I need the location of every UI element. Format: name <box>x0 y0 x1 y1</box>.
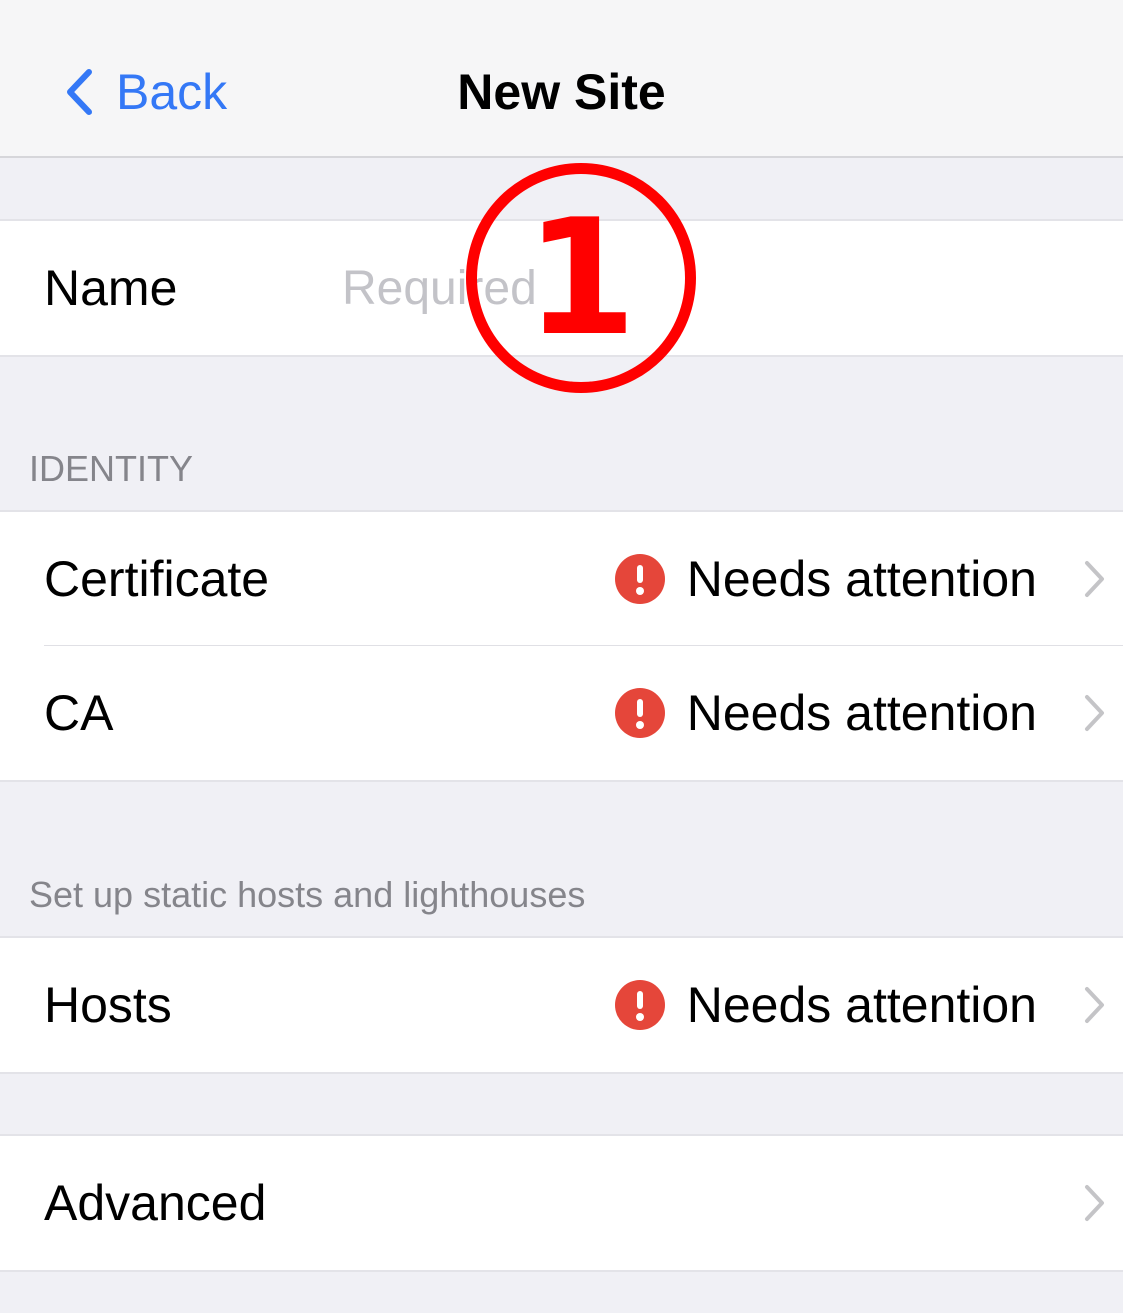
hosts-status: Needs attention <box>614 938 1037 1072</box>
advanced-row[interactable]: Advanced <box>0 1136 1123 1270</box>
advanced-group: Advanced <box>0 1134 1123 1272</box>
hosts-label: Hosts <box>44 977 172 1033</box>
name-row: Name <box>0 221 1123 355</box>
chevron-right-icon <box>1083 1183 1107 1223</box>
hosts-section-header: Set up static hosts and lighthouses <box>29 874 586 915</box>
chevron-right-icon <box>1083 693 1107 733</box>
ca-row[interactable]: CA Needs attention <box>0 646 1123 780</box>
certificate-status-text: Needs attention <box>686 551 1037 607</box>
ca-status: Needs attention <box>614 646 1037 780</box>
alert-circle-icon <box>614 980 665 1030</box>
hosts-group: Hosts Needs attention <box>0 936 1123 1074</box>
certificate-row[interactable]: Certificate Needs attention <box>0 512 1123 646</box>
name-group: Name <box>0 219 1123 357</box>
ca-status-text: Needs attention <box>686 685 1037 741</box>
chevron-right-icon <box>1083 559 1107 599</box>
name-input[interactable] <box>342 261 1042 315</box>
certificate-status: Needs attention <box>614 512 1037 646</box>
name-label: Name <box>44 260 178 316</box>
alert-circle-icon <box>614 554 665 604</box>
certificate-label: Certificate <box>44 551 270 607</box>
navigation-bar: Back New Site <box>0 0 1123 158</box>
hosts-row[interactable]: Hosts Needs attention <box>0 938 1123 1072</box>
identity-section-header: IDENTITY <box>29 448 194 489</box>
alert-circle-icon <box>614 688 665 738</box>
advanced-label: Advanced <box>44 1175 267 1231</box>
hosts-status-text: Needs attention <box>686 977 1037 1033</box>
identity-group: Certificate Needs attention CA Needs att… <box>0 510 1123 782</box>
chevron-right-icon <box>1083 985 1107 1025</box>
page-title: New Site <box>457 64 666 120</box>
ca-label: CA <box>44 685 114 741</box>
